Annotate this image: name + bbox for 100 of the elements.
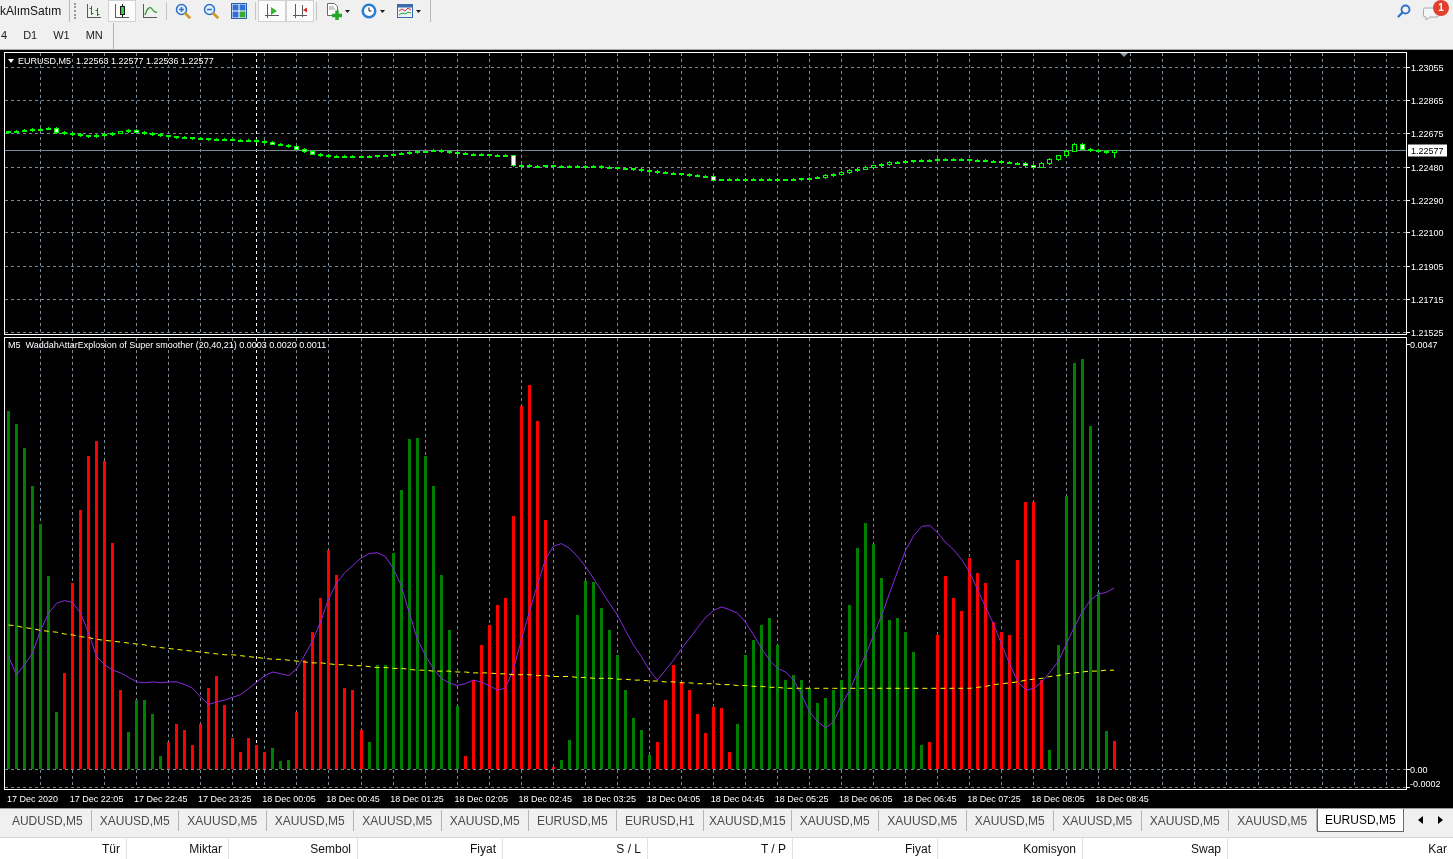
chart-tab[interactable]: XAUUSD,M5 (879, 810, 967, 831)
scroll-right-button[interactable] (1435, 813, 1445, 827)
timeframe-button[interactable]: D1 (15, 24, 46, 47)
auto-scroll-button[interactable] (258, 0, 287, 22)
column-header[interactable]: Sembol (229, 838, 358, 859)
chart-tab[interactable]: XAUUSD,M5 (1229, 810, 1317, 831)
column-header[interactable]: S / L (503, 838, 648, 859)
price-label: 1.21715 (1411, 295, 1444, 305)
chart-tab[interactable]: XAUUSD,M15 (704, 810, 792, 831)
candle (527, 163, 532, 168)
column-header[interactable]: Kar (1228, 838, 1453, 859)
time-label: 17 Dec 2020 (7, 794, 59, 804)
histogram-bar (263, 752, 266, 769)
candle (1104, 149, 1109, 155)
candle (559, 164, 564, 169)
candle (591, 164, 596, 169)
histogram-bar (223, 705, 226, 769)
chart-tab[interactable]: XAUUSD,M5 (91, 810, 179, 831)
chart-tab[interactable]: XAUUSD,M5 (441, 810, 529, 831)
column-header[interactable]: Komisyon (938, 838, 1083, 859)
histogram-bar (816, 703, 819, 769)
candle (198, 136, 203, 141)
chart-shift-button[interactable] (286, 0, 315, 22)
chart-tab[interactable]: XAUUSD,M5 (966, 810, 1054, 831)
chart-tab[interactable]: EURUSD,M5 (529, 810, 617, 831)
chart-tab[interactable]: EURUSD,H1 (616, 810, 704, 831)
time-label: 18 Dec 00:45 (326, 794, 380, 804)
timeframe-button[interactable]: W1 (45, 24, 78, 47)
time-label: 18 Dec 02:05 (454, 794, 508, 804)
candle (767, 177, 772, 182)
chart-tab[interactable]: XAUUSD,M5 (1054, 810, 1142, 831)
zoom-in-icon (175, 3, 192, 19)
chart-tab[interactable]: XAUUSD,M5 (179, 810, 267, 831)
value-label: 0.0047 (1410, 340, 1438, 350)
grip-handle[interactable] (74, 3, 77, 19)
time-label: 17 Dec 22:45 (133, 794, 188, 804)
chart-tab[interactable]: AUDUSD,M5 (4, 810, 92, 831)
candle (599, 164, 604, 170)
candle (607, 165, 612, 170)
candle (278, 142, 283, 147)
column-header[interactable]: Tür (0, 838, 127, 859)
candle (367, 154, 372, 159)
histogram-bar (368, 742, 371, 769)
candle (519, 163, 524, 168)
candle (727, 177, 732, 182)
histogram-bar (632, 718, 635, 769)
messages-button[interactable]: 1 (1423, 0, 1451, 22)
time-label: 18 Dec 08:05 (1031, 794, 1085, 804)
histogram-bar (736, 724, 739, 769)
candle (623, 166, 628, 171)
candle (383, 153, 388, 158)
candlestick-button[interactable] (108, 0, 137, 22)
candle (270, 140, 275, 146)
candle (943, 157, 948, 162)
chart-tab[interactable]: XAUUSD,M5 (266, 810, 354, 831)
column-header[interactable]: Swap (1083, 838, 1228, 859)
histogram-bar (720, 708, 723, 769)
candle (839, 170, 844, 176)
candle (423, 149, 428, 154)
column-header[interactable]: Fiyat (793, 838, 938, 859)
chart-tab[interactable]: XAUUSD,M5 (791, 810, 879, 831)
candle (855, 167, 860, 173)
candle (158, 132, 163, 138)
collapse-triangle-icon[interactable] (8, 59, 14, 63)
histogram-bar (704, 733, 707, 769)
price-label: 1.21905 (1411, 262, 1444, 272)
chart-tab[interactable]: XAUUSD,M5 (1141, 810, 1229, 831)
time-label: 18 Dec 03:25 (582, 794, 637, 804)
time-label: 18 Dec 00:05 (262, 794, 316, 804)
candle (575, 164, 580, 169)
chart-tab[interactable]: EURUSD,M5 (1316, 809, 1404, 832)
column-header[interactable]: T / P (648, 838, 793, 859)
candle (110, 131, 115, 137)
candle (455, 150, 460, 156)
histogram-bar (648, 755, 651, 769)
candle (567, 164, 572, 169)
column-header[interactable]: Fiyat (358, 838, 503, 859)
candle (903, 159, 908, 164)
chart-tab[interactable]: XAUUSD,M5 (354, 810, 442, 831)
candle (639, 167, 644, 173)
timeframe-button[interactable]: MN (77, 24, 111, 47)
candle (951, 157, 956, 162)
triangle-left-icon (1417, 816, 1423, 824)
candle (759, 177, 764, 182)
candle (6, 130, 11, 135)
shift-marker-icon[interactable] (1120, 53, 1128, 57)
histogram-bar (135, 700, 138, 769)
timeframe-button[interactable]: 4 (0, 24, 16, 47)
candle (286, 143, 291, 149)
histogram-bar (464, 756, 467, 769)
candle (326, 153, 331, 159)
candle (246, 138, 251, 143)
column-header[interactable]: Miktar (127, 838, 229, 859)
candle (359, 154, 364, 159)
toolbar-label-button[interactable]: kAlımSatım (0, 0, 66, 22)
candle (134, 128, 139, 134)
candle (743, 177, 748, 182)
histogram-bar (151, 714, 154, 769)
time-label: 17 Dec 22:05 (69, 794, 124, 804)
candle (679, 172, 684, 177)
